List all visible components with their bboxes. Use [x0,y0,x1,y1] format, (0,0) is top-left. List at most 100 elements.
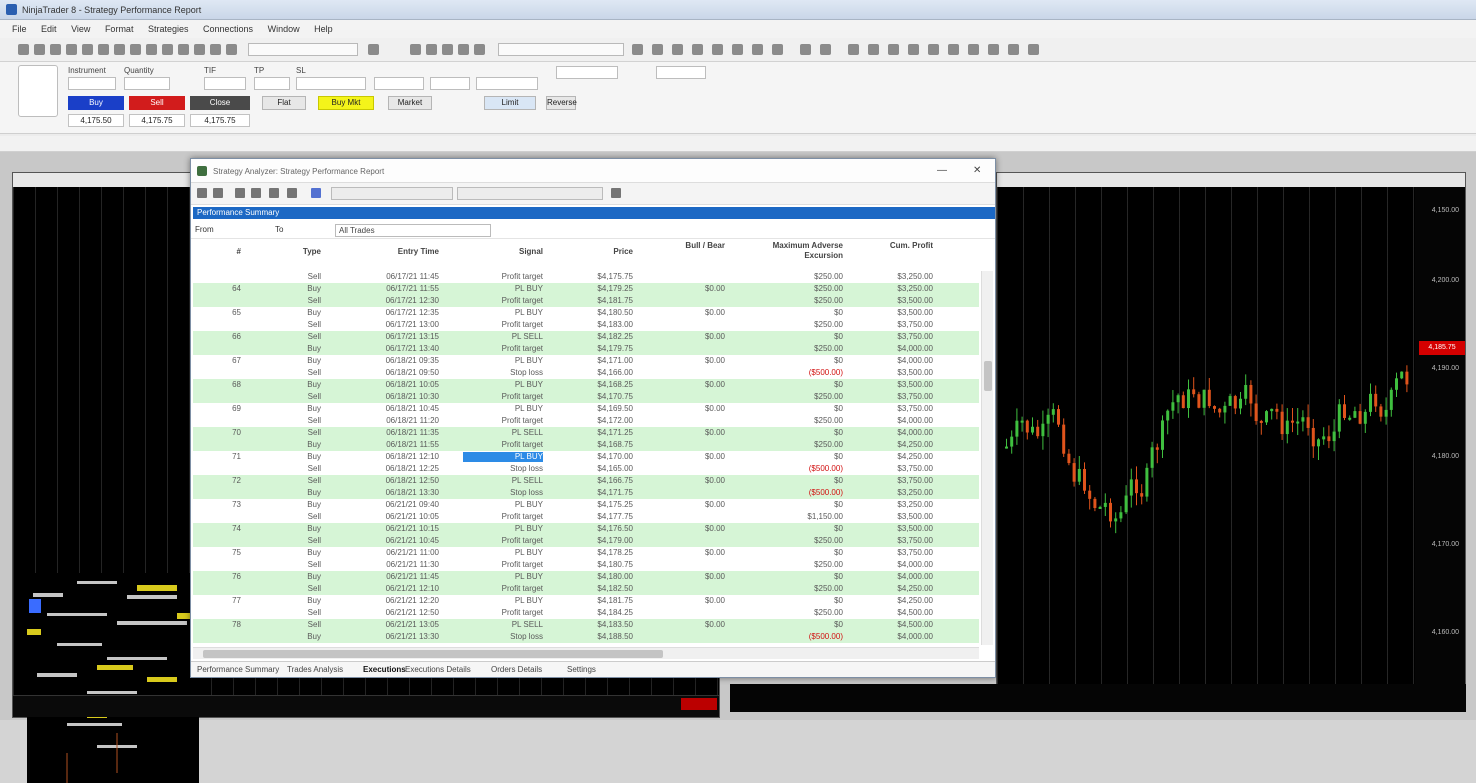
zoom-out-icon[interactable] [178,44,189,55]
grid-icon[interactable] [868,44,879,55]
performance-report-window[interactable]: Strategy Analyzer: Strategy Performance … [190,158,996,678]
table-row[interactable]: 77 Buy 06/21/21 12:20 PL BUY $4,181.75 $0.00 $… [193,595,979,607]
table-row[interactable]: Buy 06/18/21 11:55 Profit target $4,168.75 $… [193,439,979,451]
play-icon[interactable] [772,44,783,55]
reverse-button[interactable]: Reverse [546,96,577,110]
col-type[interactable]: Type [273,247,321,257]
chart-icon[interactable] [194,44,205,55]
bar-type-icon[interactable] [752,44,763,55]
col-entry-time[interactable]: Entry Time [353,247,439,257]
table-row[interactable]: Buy 06/21/21 13:30 Stop loss $4,188.50 ($500… [193,631,979,643]
draw-text-icon[interactable] [458,44,469,55]
tab-settings[interactable]: Settings [567,665,596,674]
export-report-icon[interactable] [287,188,297,198]
new-icon[interactable] [18,44,29,55]
col-price[interactable]: Price [563,247,633,257]
undo-icon[interactable] [130,44,141,55]
filter-to[interactable]: To [275,225,283,234]
flag-icon[interactable] [1008,44,1019,55]
save-report-icon[interactable] [197,188,207,198]
draw-line-icon[interactable] [410,44,421,55]
close-position-button[interactable]: Close [190,96,250,110]
table-row[interactable]: Sell 06/21/21 10:45 Profit target $4,179.00… [193,535,979,547]
table-row[interactable]: Sell 06/21/21 11:30 Profit target $4,180.75… [193,559,979,571]
chart-trader-icon[interactable] [800,44,811,55]
tif-select[interactable] [204,77,246,90]
menu-format[interactable]: Format [105,24,134,34]
table-row[interactable]: Sell 06/17/21 13:00 Profit target $4,183.00… [193,319,979,331]
check-report-icon[interactable] [269,188,279,198]
table-row[interactable]: Sell 06/18/21 11:20 Profit target $4,172.00… [193,415,979,427]
close-icon[interactable]: ✕ [973,165,981,176]
table-row[interactable]: 72 Sell 06/18/21 12:50 PL SELL $4,166.75 $0.0… [193,475,979,487]
table-row[interactable]: 65 Buy 06/17/21 12:35 PL BUY $4,180.50 $0.00 $… [193,307,979,319]
zoom-in-icon[interactable] [162,44,173,55]
table-row[interactable]: 69 Buy 06/18/21 10:45 PL BUY $4,169.50 $0.00 $… [193,403,979,415]
table-row[interactable]: Sell 06/17/21 11:45 Profit target $4,175.75… [193,271,979,283]
color-report-icon[interactable] [311,188,321,198]
table-row[interactable]: 64 Buy 06/17/21 11:55 PL BUY $4,179.25 $0.00 $… [193,283,979,295]
table-row[interactable]: Sell 06/18/21 09:50 Stop loss $4,166.00 ($50… [193,367,979,379]
cut-icon[interactable] [82,44,93,55]
eraser-icon[interactable] [968,44,979,55]
table-row[interactable]: 67 Buy 06/18/21 09:35 PL BUY $4,171.00 $0.00 $… [193,355,979,367]
instrument-selector[interactable] [248,43,358,56]
indicator-icon[interactable] [632,44,643,55]
position-field[interactable] [556,66,618,79]
properties-icon[interactable] [672,44,683,55]
menu-connections[interactable]: Connections [203,24,253,34]
table-row[interactable]: Sell 06/17/21 12:30 Profit target $4,181.75… [193,295,979,307]
edit-report-icon[interactable] [251,188,261,198]
open-icon[interactable] [34,44,45,55]
table-row[interactable]: Sell 06/18/21 10:30 Profit target $4,170.75… [193,391,979,403]
menu-window[interactable]: Window [268,24,300,34]
dom-icon[interactable] [210,44,221,55]
draw-fib-icon[interactable] [474,44,485,55]
table-row[interactable]: 78 Sell 06/21/21 13:05 PL SELL $4,183.50 $0.0… [193,619,979,631]
report-period-select[interactable] [457,187,603,200]
filter-select[interactable]: All Trades [335,224,491,237]
col-mae[interactable]: Maximum Adverse Excursion [733,241,843,261]
account-field[interactable] [430,77,470,90]
crosshair-icon[interactable] [712,44,723,55]
quick-buttons-group[interactable] [18,65,58,117]
alert-icon[interactable] [226,44,237,55]
report-horizontal-scrollbar[interactable] [193,647,979,659]
table-row[interactable]: 76 Buy 06/21/21 11:45 PL BUY $4,180.00 $0.00 $… [193,571,979,583]
table-row[interactable]: 68 Buy 06/18/21 10:05 PL BUY $4,168.25 $0.00 $… [193,379,979,391]
table-row[interactable]: 66 Sell 06/17/21 13:15 PL SELL $4,182.25 $0.0… [193,331,979,343]
buy-button[interactable]: Buy [68,96,124,110]
buy-market-button[interactable]: Buy Mkt [318,96,374,110]
table-row[interactable]: 70 Sell 06/18/21 11:35 PL SELL $4,171.25 $0.0… [193,427,979,439]
table-row[interactable]: Buy 06/17/21 13:40 Profit target $4,179.75 $… [193,343,979,355]
magnify-icon[interactable] [908,44,919,55]
pnl-field[interactable] [656,66,706,79]
table-row[interactable]: Sell 06/21/21 10:05 Profit target $4,177.75… [193,511,979,523]
hand-icon[interactable] [928,44,939,55]
table-row[interactable]: Buy 06/18/21 13:30 Stop loss $4,171.75 ($500… [193,487,979,499]
link-icon[interactable] [368,44,379,55]
report-refresh-icon[interactable] [611,188,621,198]
sell-button[interactable]: Sell [129,96,185,110]
menu-edit[interactable]: Edit [41,24,57,34]
table-row[interactable]: Sell 06/18/21 12:25 Stop loss $4,165.00 ($50… [193,463,979,475]
tab-orders-details[interactable]: Orders Details [491,665,542,674]
strategy-icon[interactable] [652,44,663,55]
tab-executions[interactable]: Executions [363,665,406,674]
scroll-icon[interactable] [820,44,831,55]
table-row[interactable]: 75 Buy 06/21/21 11:00 PL BUY $4,178.25 $0.00 $… [193,547,979,559]
minimize-icon[interactable]: — [937,165,947,176]
draw-rect-icon[interactable] [442,44,453,55]
redo-icon[interactable] [146,44,157,55]
pencil-icon[interactable] [948,44,959,55]
tab-executions-details[interactable]: Executions Details [405,665,471,674]
tp-field[interactable] [254,77,290,90]
menu-view[interactable]: View [71,24,90,34]
flat-button[interactable]: Flat [262,96,306,110]
draw-ray-icon[interactable] [426,44,437,55]
menu-help[interactable]: Help [314,24,333,34]
table-row[interactable]: Sell 06/21/21 12:10 Profit target $4,182.50… [193,583,979,595]
right-chart-window[interactable]: 4,200.00 4,190.00 4,180.00 4,170.00 4,16… [996,172,1466,712]
save-icon[interactable] [50,44,61,55]
ruler-icon[interactable] [988,44,999,55]
